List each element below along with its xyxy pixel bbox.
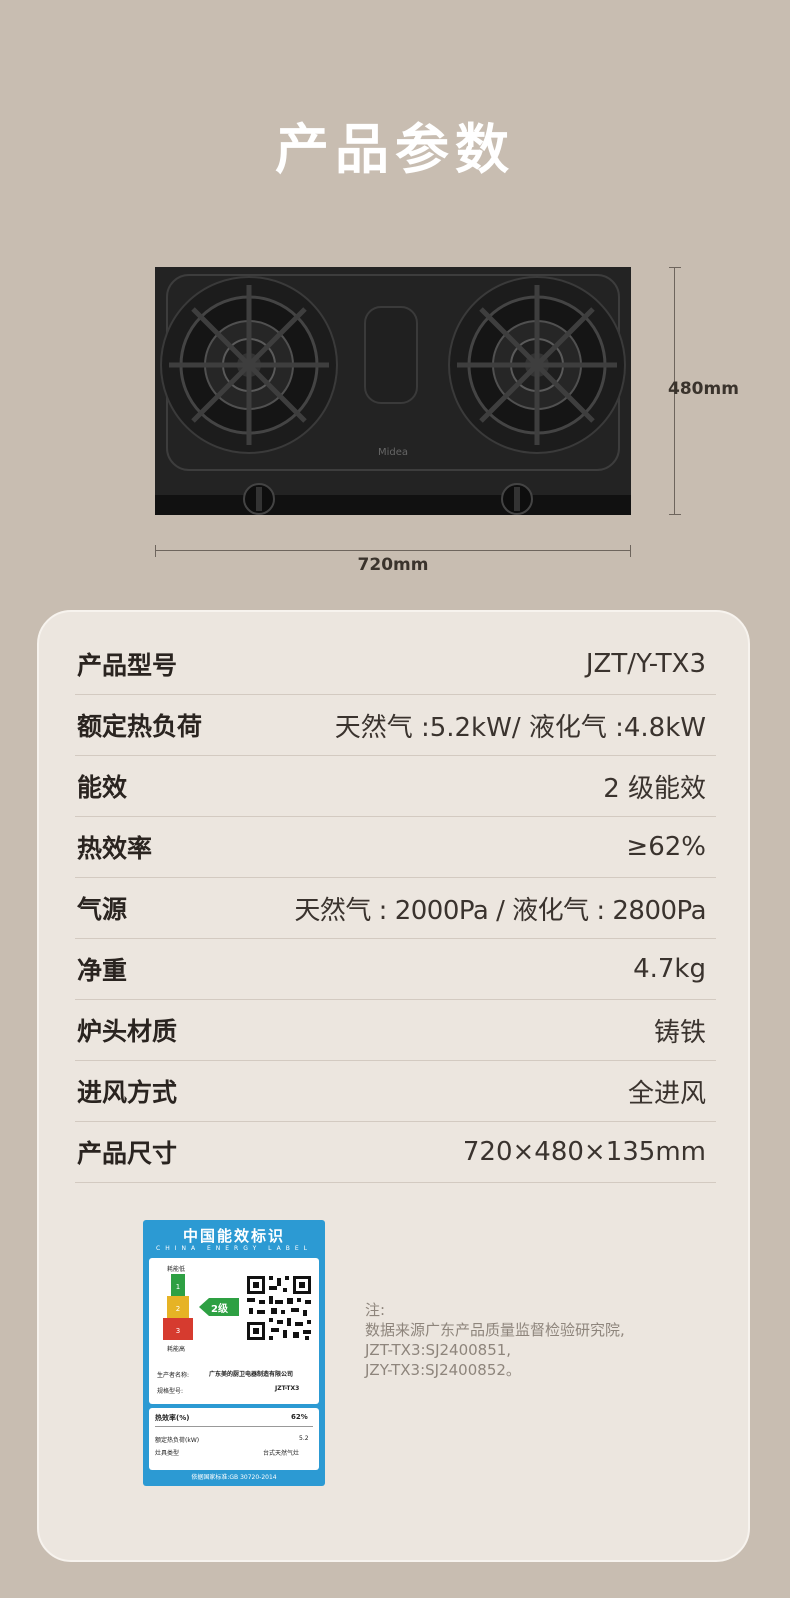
spec-value: 全进风	[627, 1078, 706, 1109]
spec-row-thermal-efficiency: 热效率 ≥62%	[75, 817, 716, 878]
low-consumption-label: 耗能低	[167, 1266, 186, 1273]
spec-value: 铸铁	[653, 1017, 706, 1048]
spec-label: 进风方式	[77, 1078, 178, 1107]
note-line-2: JZT-TX3:SJ2400851,	[365, 1341, 512, 1359]
brand-logo: Midea	[378, 447, 408, 458]
spec-label: 净重	[77, 956, 128, 985]
spec-value: 4.7kg	[633, 954, 706, 984]
width-label: 720mm	[357, 555, 429, 575]
height-label: 480mm	[668, 379, 739, 399]
spec-row-dimensions: 产品尺寸 720×480×135mm	[75, 1122, 716, 1183]
spec-value: ≥62%	[626, 832, 706, 862]
manufacturer-value: 广东美的厨卫电器制造有限公司	[209, 1371, 294, 1378]
manufacturer-label: 生产者名称:	[157, 1372, 190, 1379]
svg-text:1: 1	[176, 1283, 180, 1291]
gas-stove-image: Midea	[155, 267, 631, 515]
stove-type-value: 台式天然气灶	[263, 1450, 300, 1457]
spec-value: 天然气 : 2000Pa / 液化气 : 2800Pa	[294, 895, 706, 926]
efficiency-value: 62%	[291, 1413, 308, 1421]
spec-row-gas-source: 气源 天然气 : 2000Pa / 液化气 : 2800Pa	[75, 878, 716, 939]
spec-value: JZT/Y-TX3	[585, 649, 706, 679]
specs-table: 产品型号 JZT/Y-TX3 额定热负荷 天然气 :5.2kW/ 液化气 :4.…	[75, 634, 716, 1183]
right-burner	[448, 276, 626, 454]
model-value: JZT-TX3	[275, 1385, 300, 1392]
right-knob	[501, 483, 533, 515]
svg-text:3: 3	[176, 1327, 180, 1335]
spec-label: 炉头材质	[77, 1017, 178, 1046]
left-burner	[160, 276, 338, 454]
spec-row-air-intake: 进风方式 全进风	[75, 1061, 716, 1122]
spec-row-burner-material: 炉头材质 铸铁	[75, 1000, 716, 1061]
stove-type-label: 灶具类型	[155, 1450, 180, 1457]
heat-load-label: 额定热负荷(kW)	[155, 1437, 200, 1444]
grade-bars: 1 2 3	[163, 1274, 193, 1340]
note-line-1: 数据来源广东产品质量监督检验研究院,	[365, 1321, 625, 1339]
grade-badge: 2级	[199, 1298, 239, 1316]
note-line-3: JZY-TX3:SJ2400852。	[365, 1361, 521, 1379]
spec-value: 2 级能效	[603, 773, 706, 804]
energy-label-top-panel: 耗能低 1 2 3 耗能高 2级 生产者名称: 广东美的厨卫电器制造有限公司 规…	[149, 1258, 319, 1404]
spec-row-model: 产品型号 JZT/Y-TX3	[75, 634, 716, 695]
spec-label: 能效	[77, 773, 128, 802]
data-source-note: 注: 数据来源广东产品质量监督检验研究院, JZT-TX3:SJ2400851,…	[365, 1300, 625, 1380]
energy-label-bottom-panel: 热效率(%) 62% 额定热负荷(kW) 5.2 灶具类型 台式天然气灶	[149, 1408, 319, 1470]
page-title: 产品参数	[275, 118, 515, 181]
energy-label-standard: 依据国家标准:GB 30720-2014	[191, 1474, 277, 1481]
efficiency-label: 热效率(%)	[155, 1414, 190, 1422]
spec-label: 产品型号	[77, 651, 178, 680]
model-label: 规格型号:	[157, 1388, 184, 1395]
spec-label: 热效率	[77, 834, 153, 863]
left-knob	[243, 483, 275, 515]
spec-label: 产品尺寸	[77, 1139, 178, 1168]
energy-label-title: 中国能效标识	[182, 1227, 285, 1245]
energy-label: 中国能效标识 CHINA ENERGY LABEL 耗能低 1 2 3 耗能高 …	[143, 1220, 325, 1486]
spec-row-energy-grade: 能效 2 级能效	[75, 756, 716, 817]
specs-card: 产品型号 JZT/Y-TX3 额定热负荷 天然气 :5.2kW/ 液化气 :4.…	[37, 610, 750, 1562]
spec-label: 额定热负荷	[77, 712, 203, 741]
svg-text:2: 2	[176, 1305, 180, 1313]
spec-row-heat-load: 额定热负荷 天然气 :5.2kW/ 液化气 :4.8kW	[75, 695, 716, 756]
spec-value: 720×480×135mm	[462, 1137, 706, 1167]
note-heading: 注:	[365, 1301, 386, 1319]
qr-code	[245, 1274, 313, 1342]
spec-row-net-weight: 净重 4.7kg	[75, 939, 716, 1000]
energy-label-subtitle: CHINA ENERGY LABEL	[156, 1245, 312, 1252]
heat-load-value: 5.2	[299, 1435, 309, 1442]
spec-value: 天然气 :5.2kW/ 液化气 :4.8kW	[334, 712, 706, 743]
spec-label: 气源	[77, 895, 128, 924]
high-consumption-label: 耗能高	[167, 1346, 186, 1353]
